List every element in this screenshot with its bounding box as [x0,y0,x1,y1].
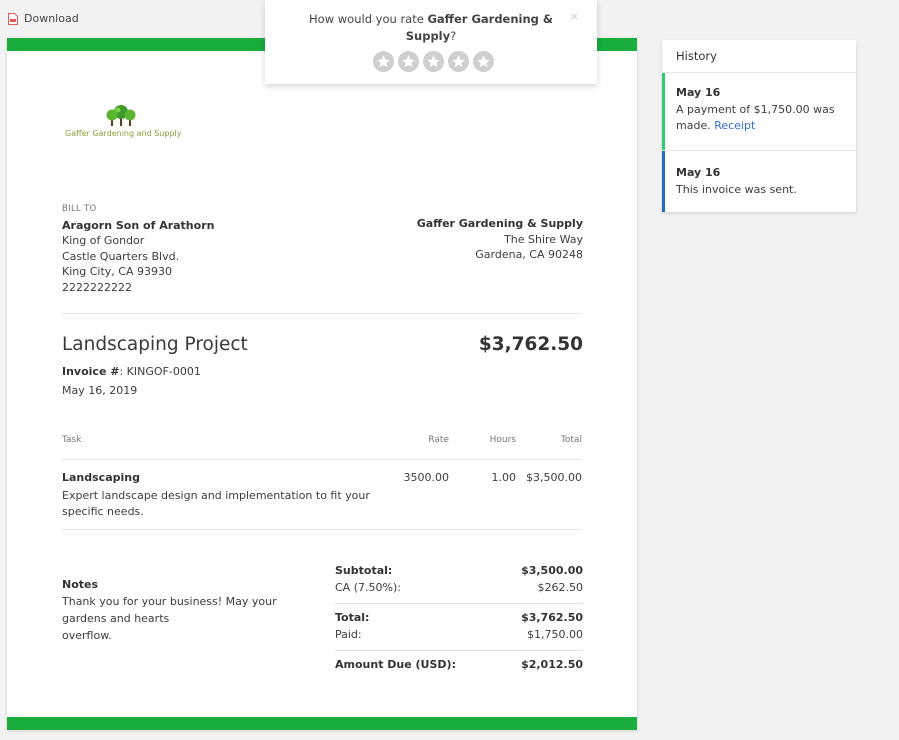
star-1-button[interactable] [373,51,394,72]
item-rate: 3500.00 [403,471,450,484]
tree-logo-icon [106,105,136,126]
star-2-button[interactable] [398,51,419,72]
invoice-title: Landscaping Project [62,334,248,355]
divider [335,650,583,651]
download-label: Download [24,12,79,25]
history-text-made: made. [676,119,715,132]
star-icon [427,55,440,68]
column-total: Total [560,435,582,445]
amount-due-label: Amount Due (USD): [335,658,456,671]
star-4-button[interactable] [448,51,469,72]
company-address-line1: The Shire Way [504,232,583,246]
invoice-total: $3,762.50 [478,334,583,355]
invoice-card: Gaffer Gardening and Supply BILL TO Arag… [7,38,637,730]
star-rating [373,51,494,72]
history-accent-blue [662,151,665,212]
history-title: History [676,49,717,63]
invoice-number-label: Invoice # [62,365,120,378]
notes: Notes Thank you for your business! May y… [62,576,292,644]
history-accent-green [662,73,665,150]
bill-to-label: BILL TO [62,204,97,214]
notes-line3: overflow. [62,629,112,642]
star-3-button[interactable] [423,51,444,72]
history-date: May 16 [676,166,721,179]
subtotal-row: Subtotal: $3,500.00 [335,564,583,577]
client-name: Aragorn Son of Arathorn [62,218,215,232]
invoice-number: Invoice #: KINGOF-0001 [62,365,201,378]
history-text-line1: This invoice was sent. [676,182,797,196]
total-value: $3,762.50 [521,611,583,624]
company-name: Gaffer Gardening & Supply [416,217,583,230]
client-address-line1: King of Gondor [62,234,145,247]
history-item-payment: May 16 A payment of $1,750.00 was made. … [662,73,856,150]
divider [62,313,582,314]
tax-row: CA (7.50%): $262.50 [335,581,583,594]
invoice-date: May 16, 2019 [62,384,138,397]
download-button[interactable]: Download [8,12,79,25]
total-row: Total: $3,762.50 [335,611,583,624]
amount-due-value: $2,012.50 [521,658,583,671]
bill-to: BILL TO Aragorn Son of Arathorn King of … [62,202,214,295]
receipt-link[interactable]: Receipt [714,119,755,132]
tax-value: $262.50 [537,581,584,594]
item-name: Landscaping [62,471,140,484]
paid-row: Paid: $1,750.00 [335,628,583,641]
rating-company-name: Gaffer Gardening & Supply [405,12,553,43]
invoice-number-value: : KINGOF-0001 [119,365,201,378]
star-icon [377,55,390,68]
rating-popup: How would you rate Gaffer Gardening & Su… [265,0,597,84]
client-address-line3: King City, CA 93930 [62,265,172,278]
item-description-line2: specific needs. [62,505,144,518]
divider [62,529,582,530]
close-icon[interactable]: × [570,10,579,23]
notes-line1: Thank you for your business! May your [62,595,277,608]
history-item-sent: May 16 This invoice was sent. [662,151,856,212]
rating-prompt: How would you rate Gaffer Gardening & Su… [305,11,557,45]
subtotal-label: Subtotal: [335,564,393,577]
star-icon [452,55,465,68]
column-hours: Hours [489,435,516,445]
history-text-line1: A payment of $1,750.00 was [676,102,835,116]
invoice-bottom-bar [7,717,637,730]
paid-label: Paid: [335,628,362,641]
item-total: $3,500.00 [526,471,582,484]
star-5-button[interactable] [473,51,494,72]
client-address-line2: Castle Quarters Blvd. [62,249,180,263]
company-logo: Gaffer Gardening and Supply [65,104,182,144]
company-address: Gaffer Gardening & Supply The Shire Way … [417,216,583,263]
star-icon [477,55,490,68]
item-hours: 1.00 [491,471,517,484]
divider [62,459,582,460]
pdf-file-icon [8,12,18,25]
paid-value: $1,750.00 [527,628,583,641]
notes-line2: gardens and hearts [62,612,170,625]
history-date: May 16 [676,86,721,99]
history-panel: History May 16 A payment of $1,750.00 wa… [662,40,856,212]
rating-prompt-prefix: How would you rate [309,12,428,26]
column-rate: Rate [428,435,449,445]
history-text-line2: made. Receipt [676,118,856,135]
subtotal-value: $3,500.00 [521,564,583,577]
logo-text: Gaffer Gardening and Supply [65,129,182,138]
notes-label: Notes [62,578,99,591]
column-task: Task [62,435,82,445]
company-address-line2: Gardena, CA 90248 [475,248,583,261]
client-phone: 2222222222 [62,280,132,294]
divider [335,603,583,604]
tax-label: CA (7.50%): [335,581,401,594]
amount-due-row: Amount Due (USD): $2,012.50 [335,658,583,671]
total-label: Total: [335,611,370,624]
rating-prompt-suffix: ? [450,29,457,43]
item-description-line1: Expert landscape design and implementati… [62,489,370,502]
item-description: Expert landscape design and implementati… [62,488,370,520]
star-icon [402,55,415,68]
